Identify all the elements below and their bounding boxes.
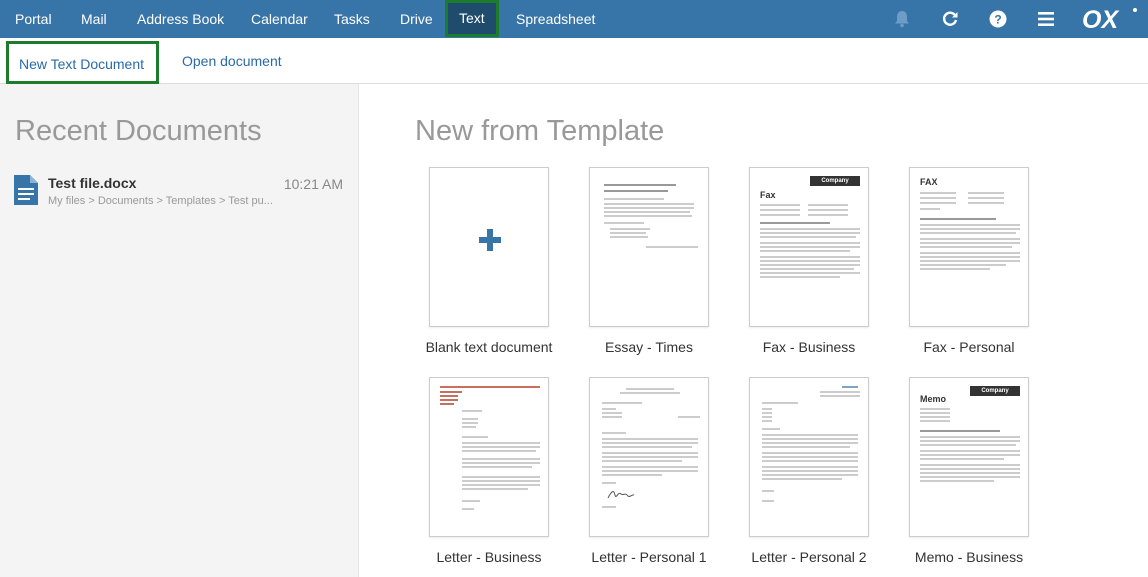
company-logo-bar: Company [970, 386, 1020, 396]
nav-calendar[interactable]: Calendar [251, 0, 308, 38]
help-icon[interactable]: ? [988, 9, 1008, 29]
template-label: Fax - Personal [923, 339, 1015, 355]
template-essay-times[interactable]: Essay - Times [579, 167, 719, 355]
nav-drive[interactable]: Drive [400, 0, 433, 38]
template-letter-personal-1[interactable]: Letter - Personal 1 [579, 377, 719, 565]
recent-document-item[interactable]: Test file.docx 10:21 AM My files > Docum… [12, 172, 352, 212]
template-blank-text-document[interactable]: Blank text document [419, 167, 559, 355]
template-label: Letter - Personal 2 [751, 549, 867, 565]
recent-documents-panel: Recent Documents Test file.docx 10:21 AM… [0, 84, 359, 577]
template-label: Letter - Personal 1 [591, 549, 707, 565]
recent-file-time: 10:21 AM [283, 176, 343, 192]
template-thumbnail: FAX [909, 167, 1029, 327]
template-thumbnail [749, 377, 869, 537]
nav-tasks[interactable]: Tasks [334, 0, 370, 38]
refresh-icon[interactable] [940, 9, 960, 29]
memo-heading: Memo [920, 394, 947, 404]
template-thumbnail [429, 167, 549, 327]
template-letter-personal-2[interactable]: Letter - Personal 2 [739, 377, 879, 565]
template-memo-business[interactable]: Company Memo Memo - Business [899, 377, 1039, 565]
template-thumbnail [429, 377, 549, 537]
template-fax-personal[interactable]: FAX Fax - Personal [899, 167, 1039, 355]
document-toolbar: New Text Document Open document [0, 38, 1148, 84]
ox-logo: OX [1082, 7, 1137, 31]
template-label: Fax - Business [762, 339, 856, 355]
template-letter-business[interactable]: Letter - Business [419, 377, 559, 565]
menu-icon[interactable] [1036, 9, 1056, 29]
recent-file-path: My files > Documents > Templates > Test … [48, 195, 273, 207]
template-thumbnail [589, 377, 709, 537]
bell-icon[interactable] [892, 9, 912, 29]
nav-mail[interactable]: Mail [81, 0, 107, 38]
fax-heading: FAX [920, 177, 938, 187]
template-fax-business[interactable]: Company Fax Fax - Business [739, 167, 879, 355]
svg-text:?: ? [994, 13, 1001, 27]
signature-icon [607, 491, 635, 499]
template-label: Blank text document [425, 339, 553, 355]
recent-documents-title: Recent Documents [15, 115, 262, 147]
company-logo-bar: Company [810, 176, 860, 186]
template-label: Essay - Times [605, 339, 693, 355]
template-label: Memo - Business [914, 549, 1024, 565]
nav-portal[interactable]: Portal [15, 0, 52, 38]
open-document-button[interactable]: Open document [182, 53, 282, 69]
svg-text:OX: OX [1082, 7, 1119, 31]
new-text-document-button[interactable]: New Text Document [6, 41, 159, 84]
template-thumbnail [589, 167, 709, 327]
recent-file-name: Test file.docx [48, 175, 137, 191]
template-label: Letter - Business [436, 549, 542, 565]
new-from-template-title: New from Template [415, 115, 665, 147]
document-file-icon [14, 175, 38, 205]
nav-text[interactable]: Text [445, 0, 499, 37]
nav-address-book[interactable]: Address Book [137, 0, 224, 38]
top-navigation-bar: Portal Mail Address Book Calendar Tasks … [0, 0, 1148, 38]
template-thumbnail: Company Fax [749, 167, 869, 327]
fax-heading: Fax [760, 190, 776, 200]
nav-spreadsheet[interactable]: Spreadsheet [516, 0, 595, 38]
template-thumbnail: Company Memo [909, 377, 1029, 537]
plus-icon [479, 229, 501, 251]
